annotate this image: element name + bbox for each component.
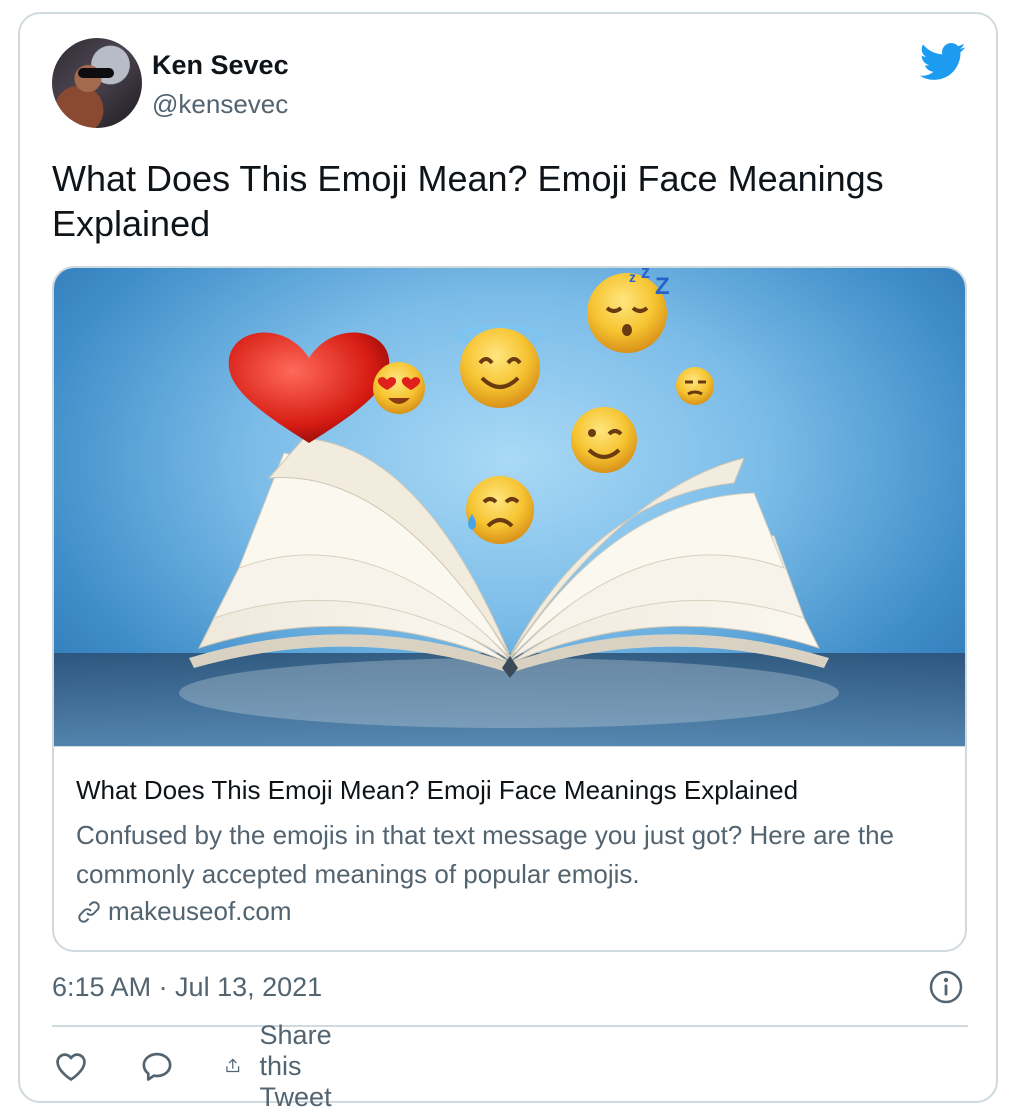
link-preview-card[interactable]: z z Z What Does This Emoji Mean? Emoji F… xyxy=(52,266,967,952)
heart-emoji xyxy=(228,332,390,443)
share-label[interactable]: Share this Tweet xyxy=(260,1020,353,1113)
link-icon xyxy=(78,900,100,923)
reply-icon xyxy=(142,1052,172,1081)
heart-eyes-emoji xyxy=(373,362,425,414)
author-name[interactable]: Ken Sevec xyxy=(152,50,289,81)
svg-text:Z: Z xyxy=(655,273,670,300)
tweet-card[interactable]: Ken Sevec @kensevec What Does This Emoji… xyxy=(18,12,998,1112)
winking-emoji xyxy=(571,407,637,473)
card-domain[interactable]: makeuseof.com xyxy=(108,896,292,927)
divider xyxy=(52,1025,968,1027)
like-button[interactable] xyxy=(52,1044,90,1088)
info-icon[interactable] xyxy=(928,969,964,1005)
card-domain-link[interactable]: makeuseof.com xyxy=(76,896,292,927)
sleeping-emoji: z z Z xyxy=(587,268,670,353)
share-button[interactable]: Share this Tweet xyxy=(224,1020,352,1112)
svg-text:z: z xyxy=(629,269,636,285)
unamused-emoji xyxy=(676,367,714,405)
avatar[interactable] xyxy=(52,38,142,128)
tweet-timestamp[interactable]: 6:15 AM · Jul 13, 2021 xyxy=(52,972,322,1003)
heart-icon xyxy=(56,1053,86,1081)
author-handle[interactable]: @kensevec xyxy=(152,89,288,120)
book-illustration xyxy=(189,437,829,678)
tweet-text: What Does This Emoji Mean? Emoji Face Me… xyxy=(52,158,884,244)
twitter-bird-icon[interactable] xyxy=(920,42,966,82)
card-image[interactable]: z z Z xyxy=(54,268,965,746)
svg-text:z: z xyxy=(641,268,650,282)
card-title[interactable]: What Does This Emoji Mean? Emoji Face Me… xyxy=(76,775,798,806)
sad-emoji xyxy=(466,476,534,544)
card-description: Confused by the emojis in that text mess… xyxy=(76,820,895,889)
share-icon xyxy=(226,1058,240,1073)
reply-button[interactable] xyxy=(138,1044,176,1088)
angel-emoji xyxy=(457,324,543,408)
